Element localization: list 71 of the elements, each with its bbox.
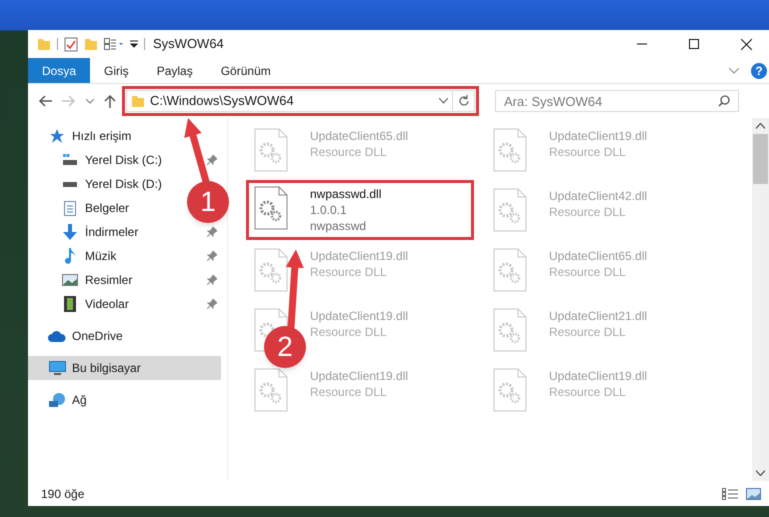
file-detail: 1.0.0.1	[310, 202, 348, 218]
sidebar-item[interactable]: Yerel Disk (C:)	[28, 148, 170, 172]
sidebar-item[interactable]: Yerel Disk (D:)	[28, 172, 170, 196]
dropdown-icon[interactable]	[130, 40, 138, 48]
item-count: 190 öğe	[41, 486, 84, 502]
chevron-up-icon[interactable]	[756, 123, 765, 129]
pin-icon[interactable]	[207, 299, 217, 309]
document-icon	[61, 200, 79, 216]
sidebar-item[interactable]: Belgeler	[28, 196, 138, 220]
file-detail: Resource DLL	[549, 264, 627, 280]
refresh-button[interactable]	[453, 90, 475, 112]
file-detail: Resource DLL	[549, 324, 627, 340]
drive-icon	[61, 154, 79, 166]
maximize-icon	[689, 39, 699, 49]
address-text: C:\Windows\SysWOW64	[150, 92, 295, 110]
ribbon-tab[interactable]: Görünüm	[206, 58, 285, 83]
up-arrow-icon[interactable]	[104, 94, 116, 108]
pin-icon[interactable]	[207, 251, 217, 261]
chevron-down-icon[interactable]	[439, 98, 448, 104]
properties-icon[interactable]	[104, 38, 124, 50]
star-icon	[48, 128, 66, 144]
ribbon-tab[interactable]: Paylaş	[142, 58, 207, 83]
sidebar-item[interactable]: Müzik	[28, 244, 124, 268]
minimize-icon	[637, 43, 647, 45]
drive-icon	[61, 180, 79, 188]
download-arrow-icon	[61, 224, 79, 240]
cloud-icon	[48, 330, 66, 342]
film-icon	[61, 296, 79, 312]
pin-icon[interactable]	[207, 155, 217, 165]
close-icon	[740, 38, 752, 50]
chevron-down-icon[interactable]	[729, 68, 739, 74]
file-detail: Resource DLL	[549, 384, 627, 400]
file-detail: Resource DLL	[310, 144, 388, 160]
globe-icon	[48, 392, 66, 408]
chevron-down-icon[interactable]	[86, 98, 94, 104]
file-detail: Resource DLL	[310, 324, 388, 340]
sidebar-item[interactable]: Hızlı erişim	[28, 124, 140, 148]
gear-file-icon[interactable]	[254, 186, 288, 230]
monitor-icon	[48, 361, 66, 375]
sidebar-item[interactable]: İndirmeler	[28, 220, 146, 244]
sidebar-item[interactable]: Resimler	[28, 268, 140, 292]
details-view-icon[interactable]	[722, 488, 738, 500]
sidebar-item[interactable]: Bu bilgisayar	[28, 356, 221, 380]
file-detail: Resource DLL	[549, 204, 627, 220]
back-arrow-icon[interactable]	[38, 95, 52, 107]
ribbon-tab[interactable]: Dosya	[28, 58, 90, 83]
file-detail: Resource DLL	[310, 384, 388, 400]
file-detail: Resource DLL	[549, 144, 627, 160]
pin-icon[interactable]	[207, 227, 217, 237]
refresh-icon	[458, 95, 470, 107]
sidebar-item[interactable]: Videolar	[28, 292, 137, 316]
search-field[interactable]: Ara: SysWOW64	[495, 90, 739, 112]
file-name[interactable]: nwpasswd.dll	[310, 186, 382, 202]
sidebar-item[interactable]: OneDrive	[28, 324, 131, 348]
scrollbar-thumb[interactable]	[753, 134, 768, 184]
chevron-down-icon[interactable]	[756, 470, 765, 476]
search-icon[interactable]	[718, 95, 730, 107]
picture-icon	[61, 274, 79, 286]
checklist-icon[interactable]	[64, 36, 78, 52]
help-button[interactable]: ?	[751, 62, 767, 78]
large-icons-view-icon[interactable]	[746, 488, 761, 500]
folder-icon	[131, 94, 145, 108]
address-field[interactable]: C:\Windows\SysWOW64	[126, 90, 453, 112]
search-input[interactable]: Ara: SysWOW64	[496, 91, 718, 111]
sidebar-item[interactable]: Ağ	[28, 388, 95, 412]
pin-icon[interactable]	[207, 275, 217, 285]
ribbon-tab[interactable]: Giriş	[90, 58, 143, 83]
scrollbar[interactable]	[752, 118, 769, 481]
file-detail: Resource DLL	[310, 264, 388, 280]
file-detail: nwpasswd	[310, 218, 368, 234]
window-title: SysWOW64	[153, 35, 224, 54]
